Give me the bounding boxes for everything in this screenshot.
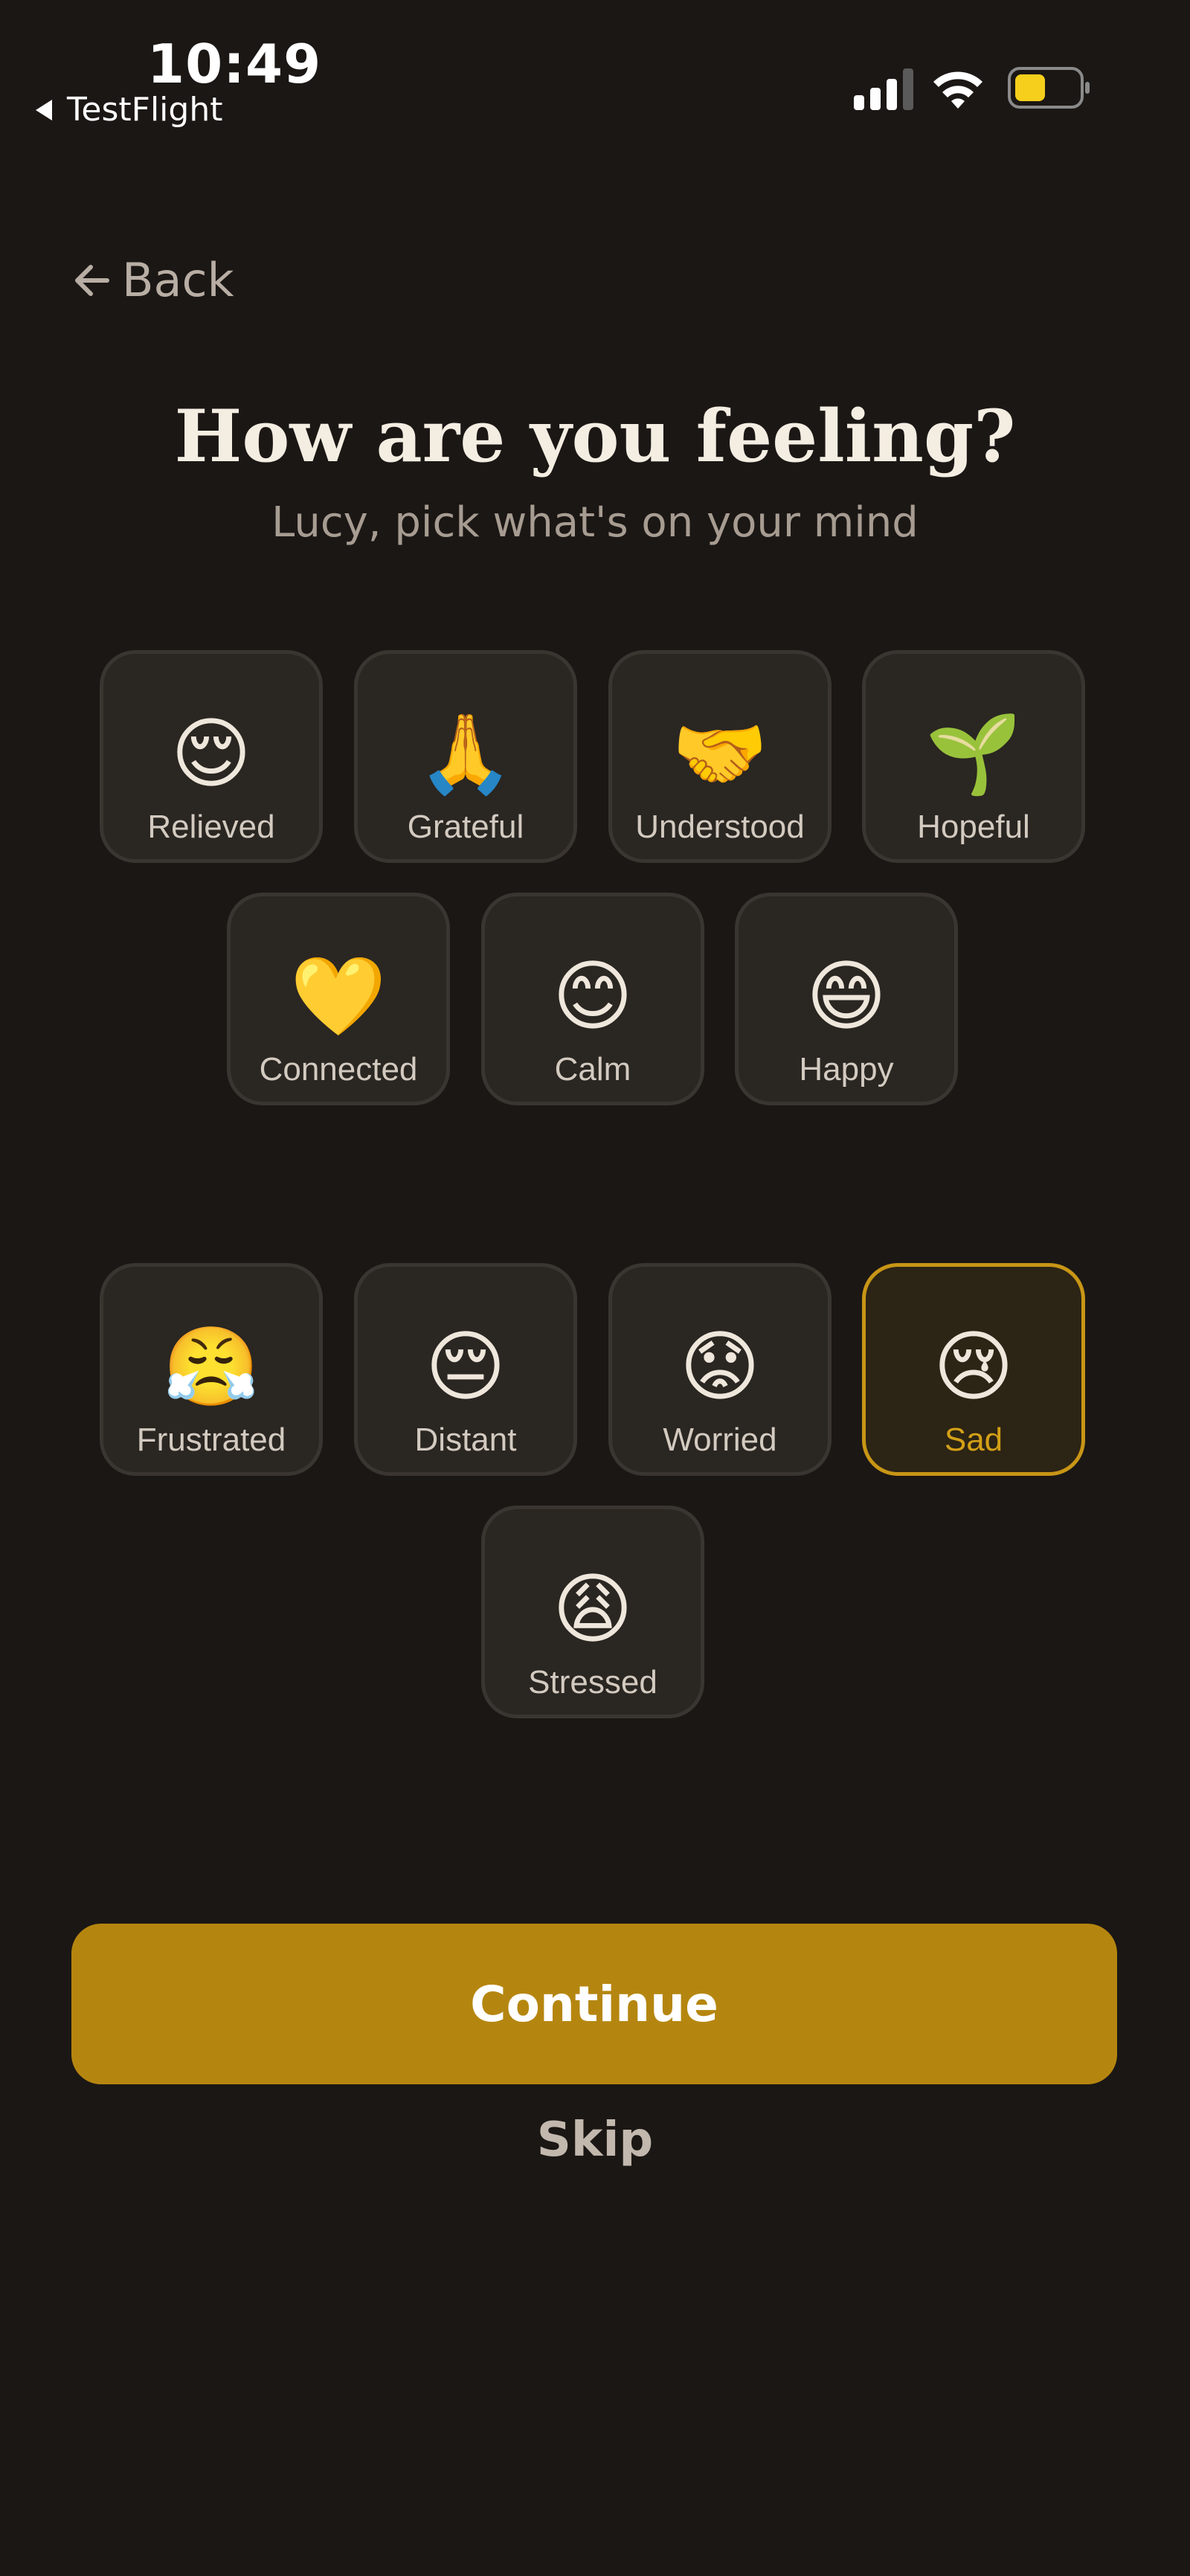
mood-label: Stressed	[528, 1664, 657, 1700]
folded-hands-icon: 🙏	[417, 708, 514, 799]
mood-label: Relieved	[147, 809, 275, 845]
relieved-face-icon: 😌	[170, 708, 252, 799]
mood-label: Distant	[414, 1422, 517, 1458]
mood-label: Sad	[944, 1422, 1003, 1458]
back-triangle-icon	[36, 99, 52, 121]
wifi-icon	[933, 71, 982, 109]
page-subtitle: Lucy, pick what's on your mind	[271, 498, 919, 547]
mood-tile-calm[interactable]: 😊 Calm	[481, 893, 704, 1105]
mood-tile-relieved[interactable]: 😌 Relieved	[100, 650, 323, 863]
mood-tile-connected[interactable]: 💛 Connected	[227, 893, 450, 1105]
mood-tile-worried[interactable]: 😟 Worried	[608, 1263, 832, 1476]
mood-label: Understood	[635, 809, 805, 845]
back-label: Back	[122, 253, 234, 307]
continue-button[interactable]: Continue	[71, 1924, 1117, 2084]
cellular-signal-icon	[854, 68, 913, 110]
battery-icon	[1008, 67, 1090, 109]
worried-face-icon: 😟	[679, 1321, 761, 1412]
weary-face-icon: 😩	[552, 1564, 634, 1654]
seedling-icon: 🌱	[925, 708, 1022, 799]
arrow-left-icon	[75, 264, 109, 296]
crying-face-icon: 😢	[933, 1321, 1014, 1412]
mood-label: Connected	[259, 1051, 418, 1088]
mood-label: Calm	[554, 1051, 631, 1088]
back-button[interactable]: Back	[71, 253, 234, 307]
grinning-face-icon: 😄	[805, 951, 887, 1041]
mood-tile-frustrated[interactable]: 😤 Frustrated	[100, 1263, 323, 1476]
mood-tile-distant[interactable]: 😔 Distant	[354, 1263, 577, 1476]
mood-tile-happy[interactable]: 😄 Happy	[735, 893, 958, 1105]
back-to-app-link[interactable]: TestFlight	[36, 91, 222, 129]
back-app-label: TestFlight	[67, 91, 223, 129]
mood-tile-stressed[interactable]: 😩 Stressed	[481, 1506, 704, 1718]
mood-tile-understood[interactable]: 🤝 Understood	[608, 650, 832, 863]
pensive-face-icon: 😔	[425, 1321, 506, 1412]
smiling-face-icon: 😊	[552, 951, 634, 1041]
mood-tile-hopeful[interactable]: 🌱 Hopeful	[862, 650, 1085, 863]
yellow-heart-icon: 💛	[290, 951, 387, 1041]
mood-label: Frustrated	[136, 1422, 286, 1458]
page-title: How are you feeling?	[174, 394, 1016, 478]
mood-label: Grateful	[407, 809, 524, 845]
skip-button[interactable]: Skip	[0, 2113, 1190, 2168]
mood-tile-grateful[interactable]: 🙏 Grateful	[354, 650, 577, 863]
mood-label: Happy	[799, 1051, 894, 1088]
steam-face-icon: 😤	[163, 1321, 260, 1412]
status-time: 10:49	[147, 33, 322, 95]
mood-tile-sad[interactable]: 😢 Sad	[862, 1263, 1085, 1476]
mood-label: Hopeful	[917, 809, 1030, 845]
mood-label: Worried	[663, 1422, 777, 1458]
handshake-icon: 🤝	[672, 708, 768, 799]
